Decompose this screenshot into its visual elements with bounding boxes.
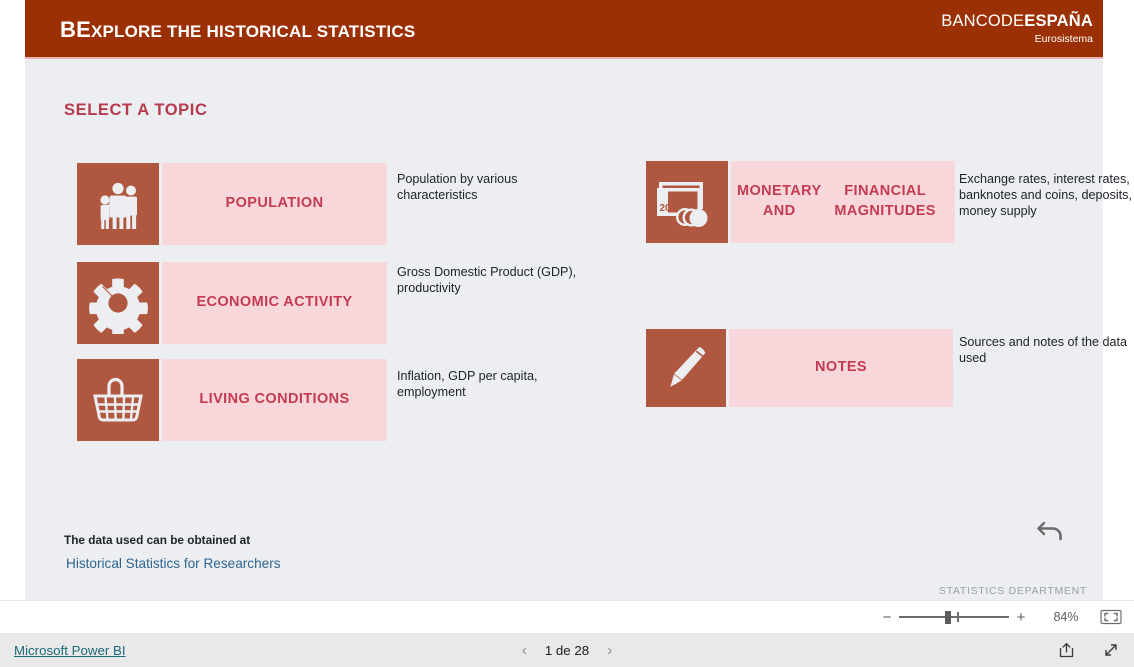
topic-tile-monetary-financial[interactable]: 20 MONETARY AND FINANCIAL MAGNITUDES — [646, 161, 955, 243]
topic-description-population: Population by various characteristics — [397, 172, 518, 203]
zoom-slider-thumb[interactable] — [945, 611, 951, 624]
topic-tile-economic-activity[interactable]: ECONOMIC ACTIVITY — [77, 262, 387, 344]
fullscreen-icon[interactable] — [1102, 641, 1120, 659]
zoom-level-label: 84% — [1053, 610, 1079, 624]
status-bar-actions — [1058, 641, 1120, 659]
logo-wordmark: BANCODEESPAÑA — [941, 12, 1093, 31]
monetary-label-line-2: FINANCIAL MAGNITUDES — [834, 183, 936, 219]
topic-tile-population-label: POPULATION — [162, 163, 387, 245]
share-icon[interactable] — [1058, 641, 1076, 659]
chevron-left-icon[interactable]: ‹ — [522, 643, 527, 658]
pen-icon — [646, 329, 726, 407]
page-title: BEXPLORE THE HISTORICAL STATISTICS — [60, 17, 415, 43]
page-navigation: ‹ 1 de 28 › — [522, 643, 612, 658]
section-title: SELECT A TOPIC — [64, 101, 208, 119]
banknotes-coins-icon: 20 — [646, 161, 728, 243]
topic-description-economic-activity: Gross Domestic Product (GDP), productivi… — [397, 265, 577, 296]
banco-de-espana-logo: BANCODEESPAÑA Eurosistema — [941, 12, 1093, 45]
statistics-department-label: STATISTICS DEPARTMENT — [938, 585, 1087, 597]
power-bi-brand-link[interactable]: Microsoft Power BI — [14, 643, 126, 658]
logo-wordmark-bold: ESPAÑA — [1024, 12, 1093, 30]
zoom-slider[interactable] — [899, 610, 1009, 624]
topic-tile-population[interactable]: POPULATION — [77, 163, 387, 245]
zoom-toolbar: − + 84% — [0, 600, 1134, 633]
family-icon — [77, 163, 159, 245]
topic-description-living-conditions: Inflation, GDP per capita, employment — [397, 369, 538, 400]
zoom-out-button[interactable]: − — [878, 610, 896, 625]
logo-wordmark-thin: BANCODE — [941, 12, 1025, 30]
gear-icon — [77, 262, 159, 344]
historical-statistics-link[interactable]: Historical Statistics for Researchers — [66, 556, 281, 571]
data-source-note: The data used can be obtained at — [64, 533, 251, 547]
topic-description-notes: Sources and notes of the data used — [959, 335, 1128, 366]
fit-to-page-icon[interactable] — [1098, 607, 1124, 627]
chevron-right-icon[interactable]: › — [607, 643, 612, 658]
zoom-slider-tick — [957, 612, 959, 622]
shopping-basket-icon — [77, 359, 159, 441]
topic-tile-monetary-financial-label: MONETARY AND FINANCIAL MAGNITUDES — [731, 161, 955, 243]
svg-text:20: 20 — [660, 203, 672, 214]
report-header: BEXPLORE THE HISTORICAL STATISTICS BANCO… — [25, 0, 1103, 59]
topic-tile-notes[interactable]: NOTES — [646, 329, 953, 407]
topic-description-monetary-financial: Exchange rates, interest rates, banknote… — [959, 172, 1132, 219]
topic-tile-living-conditions-label: LIVING CONDITIONS — [162, 359, 387, 441]
monetary-label-line-1: MONETARY AND — [737, 183, 822, 219]
topic-tile-notes-label: NOTES — [729, 329, 953, 407]
topic-tile-economic-activity-label: ECONOMIC ACTIVITY — [162, 262, 387, 344]
logo-subtitle: Eurosistema — [1034, 32, 1093, 45]
report-canvas: BEXPLORE THE HISTORICAL STATISTICS BANCO… — [25, 0, 1132, 600]
page-indicator: 1 de 28 — [544, 642, 590, 658]
page-title-rest: XPLORE THE HISTORICAL STATISTICS — [90, 22, 416, 41]
status-bar: Microsoft Power BI ‹ 1 de 28 › — [0, 633, 1134, 667]
zoom-in-button[interactable]: + — [1012, 610, 1030, 625]
page-title-prefix: BE — [60, 17, 91, 42]
back-arrow-icon[interactable] — [1034, 513, 1068, 547]
power-bi-report-viewer: BEXPLORE THE HISTORICAL STATISTICS BANCO… — [0, 0, 1134, 667]
topic-tile-living-conditions[interactable]: LIVING CONDITIONS — [77, 359, 387, 441]
